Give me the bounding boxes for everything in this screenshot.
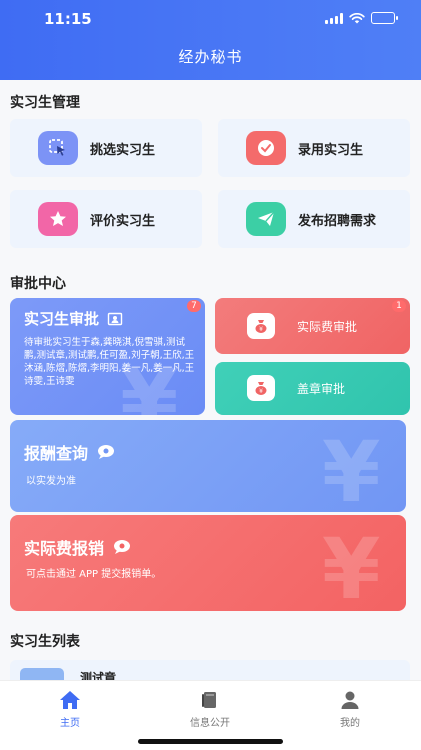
svg-text:¥: ¥ <box>259 388 263 395</box>
remuneration-query-title: 报酬查询 <box>24 444 89 463</box>
select-intern-label: 挑选实习生 <box>90 142 156 158</box>
remuneration-query-card[interactable]: ¥ 报酬查询 以实发为准 <box>10 420 406 512</box>
status-time: 11:15 <box>44 10 92 28</box>
nav-item-info-disclosure[interactable]: 信息公开 <box>170 689 250 729</box>
select-intern-button[interactable]: 挑选实习生 <box>10 119 202 177</box>
actual-fee-reimbursement-title: 实际费报销 <box>24 539 105 558</box>
nav-item-info-disclosure-label: 信息公开 <box>190 718 230 729</box>
home-indicator <box>138 739 283 744</box>
book-icon <box>170 689 250 711</box>
star-icon <box>38 202 78 236</box>
chat-bubble-icon <box>98 445 115 459</box>
status-icons <box>325 12 398 24</box>
cellular-signal-icon <box>325 12 343 24</box>
paper-plane-icon <box>246 202 286 236</box>
section-title-intern-management: 实习生管理 <box>10 95 80 111</box>
battery-icon <box>371 12 398 24</box>
actual-fee-approval-card[interactable]: 1 ¥ 实际费审批 <box>215 298 410 354</box>
yen-watermark-icon: ¥ <box>322 423 381 512</box>
seal-approval-title: 盖章审批 <box>297 382 346 396</box>
yen-watermark-icon: ¥ <box>322 520 381 611</box>
actual-fee-reimbursement-card[interactable]: ¥ 实际费报销 可点击通过 APP 提交报销单。 <box>10 515 406 611</box>
app-header: 11:15 经办秘书 <box>0 0 421 80</box>
evaluate-intern-label: 评价实习生 <box>90 213 156 229</box>
nav-item-home[interactable]: 主页 <box>30 689 110 729</box>
money-bag-icon: ¥ <box>247 313 275 339</box>
nav-item-home-label: 主页 <box>60 718 80 729</box>
intern-approval-card[interactable]: ¥ 7 实习生审批 待审批实习生于森,龚晓淇,倪雪骐,测试鹏,测试章,测试鹏,任… <box>10 298 205 415</box>
actual-fee-approval-badge: 1 <box>392 300 406 312</box>
intern-approval-badge: 7 <box>187 300 201 312</box>
section-title-approval-center: 审批中心 <box>10 276 66 292</box>
hire-intern-button[interactable]: 录用实习生 <box>218 119 410 177</box>
money-bag-icon: ¥ <box>247 375 275 401</box>
svg-text:¥: ¥ <box>259 326 263 333</box>
id-card-icon <box>107 312 123 325</box>
wifi-icon <box>349 12 365 23</box>
home-icon <box>30 689 110 711</box>
remuneration-query-subtitle: 以实发为准 <box>26 476 76 487</box>
hire-intern-label: 录用实习生 <box>298 142 364 158</box>
nav-item-profile[interactable]: 我的 <box>310 689 390 729</box>
page-title: 经办秘书 <box>178 48 243 66</box>
check-circle-icon <box>246 131 286 165</box>
section-title-intern-list: 实习生列表 <box>10 634 80 650</box>
intern-approval-title: 实习生审批 <box>24 310 100 328</box>
evaluate-intern-button[interactable]: 评价实习生 <box>10 190 202 248</box>
publish-recruitment-label: 发布招聘需求 <box>298 213 377 229</box>
actual-fee-reimbursement-subtitle: 可点击通过 APP 提交报销单。 <box>26 569 162 580</box>
actual-fee-approval-title: 实际费审批 <box>297 320 358 334</box>
chat-bubble-icon <box>114 540 131 554</box>
intern-approval-pending-text: 待审批实习生于森,龚晓淇,倪雪骐,测试鹏,测试章,测试鹏,任可盈,刘子朝,王欣,… <box>24 337 195 387</box>
status-bar: 11:15 <box>0 0 421 36</box>
intern-list-item[interactable]: 测试章 <box>10 660 410 682</box>
cursor-select-icon <box>38 131 78 165</box>
nav-item-profile-label: 我的 <box>340 718 360 729</box>
user-icon <box>310 689 390 711</box>
seal-approval-card[interactable]: ¥ 盖章审批 <box>215 362 410 415</box>
publish-recruitment-button[interactable]: 发布招聘需求 <box>218 190 410 248</box>
